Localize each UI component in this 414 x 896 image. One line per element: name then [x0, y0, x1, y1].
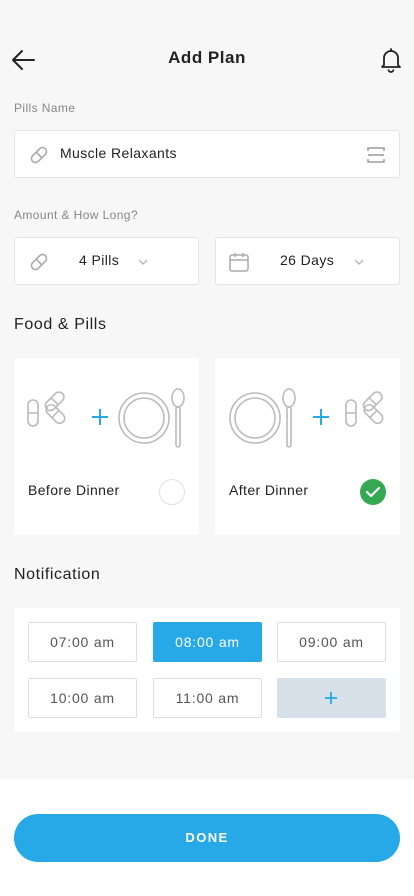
time-option[interactable]: 09:00 am: [277, 622, 386, 662]
amount-label: Amount & How Long?: [14, 208, 138, 222]
header: Add Plan: [0, 38, 414, 78]
time-option[interactable]: 07:00 am: [28, 622, 137, 662]
notification-card: 07:00 am 08:00 am 09:00 am 10:00 am 11:0…: [14, 608, 400, 732]
before-dinner-label: Before Dinner: [28, 482, 120, 498]
check-icon: [365, 486, 381, 498]
plate-plus-pills-icon: [229, 388, 384, 448]
done-button[interactable]: DONE: [14, 814, 400, 862]
pills-plus-plate-icon: [27, 388, 185, 448]
scan-icon[interactable]: [367, 146, 385, 164]
food-section-title: Food & Pills: [14, 316, 107, 333]
after-dinner-option[interactable]: After Dinner: [215, 358, 400, 535]
pills-amount-select[interactable]: 4 Pills: [14, 237, 199, 285]
before-dinner-option[interactable]: Before Dinner: [14, 358, 199, 535]
before-dinner-radio[interactable]: [159, 479, 185, 505]
bottom-bar: DONE: [0, 779, 414, 896]
time-option-selected[interactable]: 08:00 am: [153, 622, 262, 662]
notification-section-title: Notification: [14, 566, 101, 583]
pill-icon: [30, 253, 48, 271]
days-select[interactable]: 26 Days: [215, 237, 400, 285]
bell-icon[interactable]: [380, 47, 402, 73]
days-value: 26 Days: [280, 252, 335, 268]
time-option[interactable]: 11:00 am: [153, 678, 262, 718]
page-title: Add Plan: [168, 48, 246, 67]
add-time-button[interactable]: [277, 678, 386, 718]
pills-name-field[interactable]: Muscle Relaxants: [14, 130, 400, 178]
pills-amount-value: 4 Pills: [79, 252, 120, 268]
chevron-down-icon: [354, 259, 364, 266]
pills-name-label: Pills Name: [14, 101, 76, 115]
calendar-icon: [229, 253, 249, 272]
time-option[interactable]: 10:00 am: [28, 678, 137, 718]
pill-icon: [30, 146, 48, 164]
after-dinner-label: After Dinner: [229, 482, 309, 498]
chevron-down-icon: [138, 259, 148, 266]
plus-icon: [325, 692, 337, 704]
after-dinner-radio[interactable]: [360, 479, 386, 505]
pills-name-value: Muscle Relaxants: [60, 145, 177, 161]
